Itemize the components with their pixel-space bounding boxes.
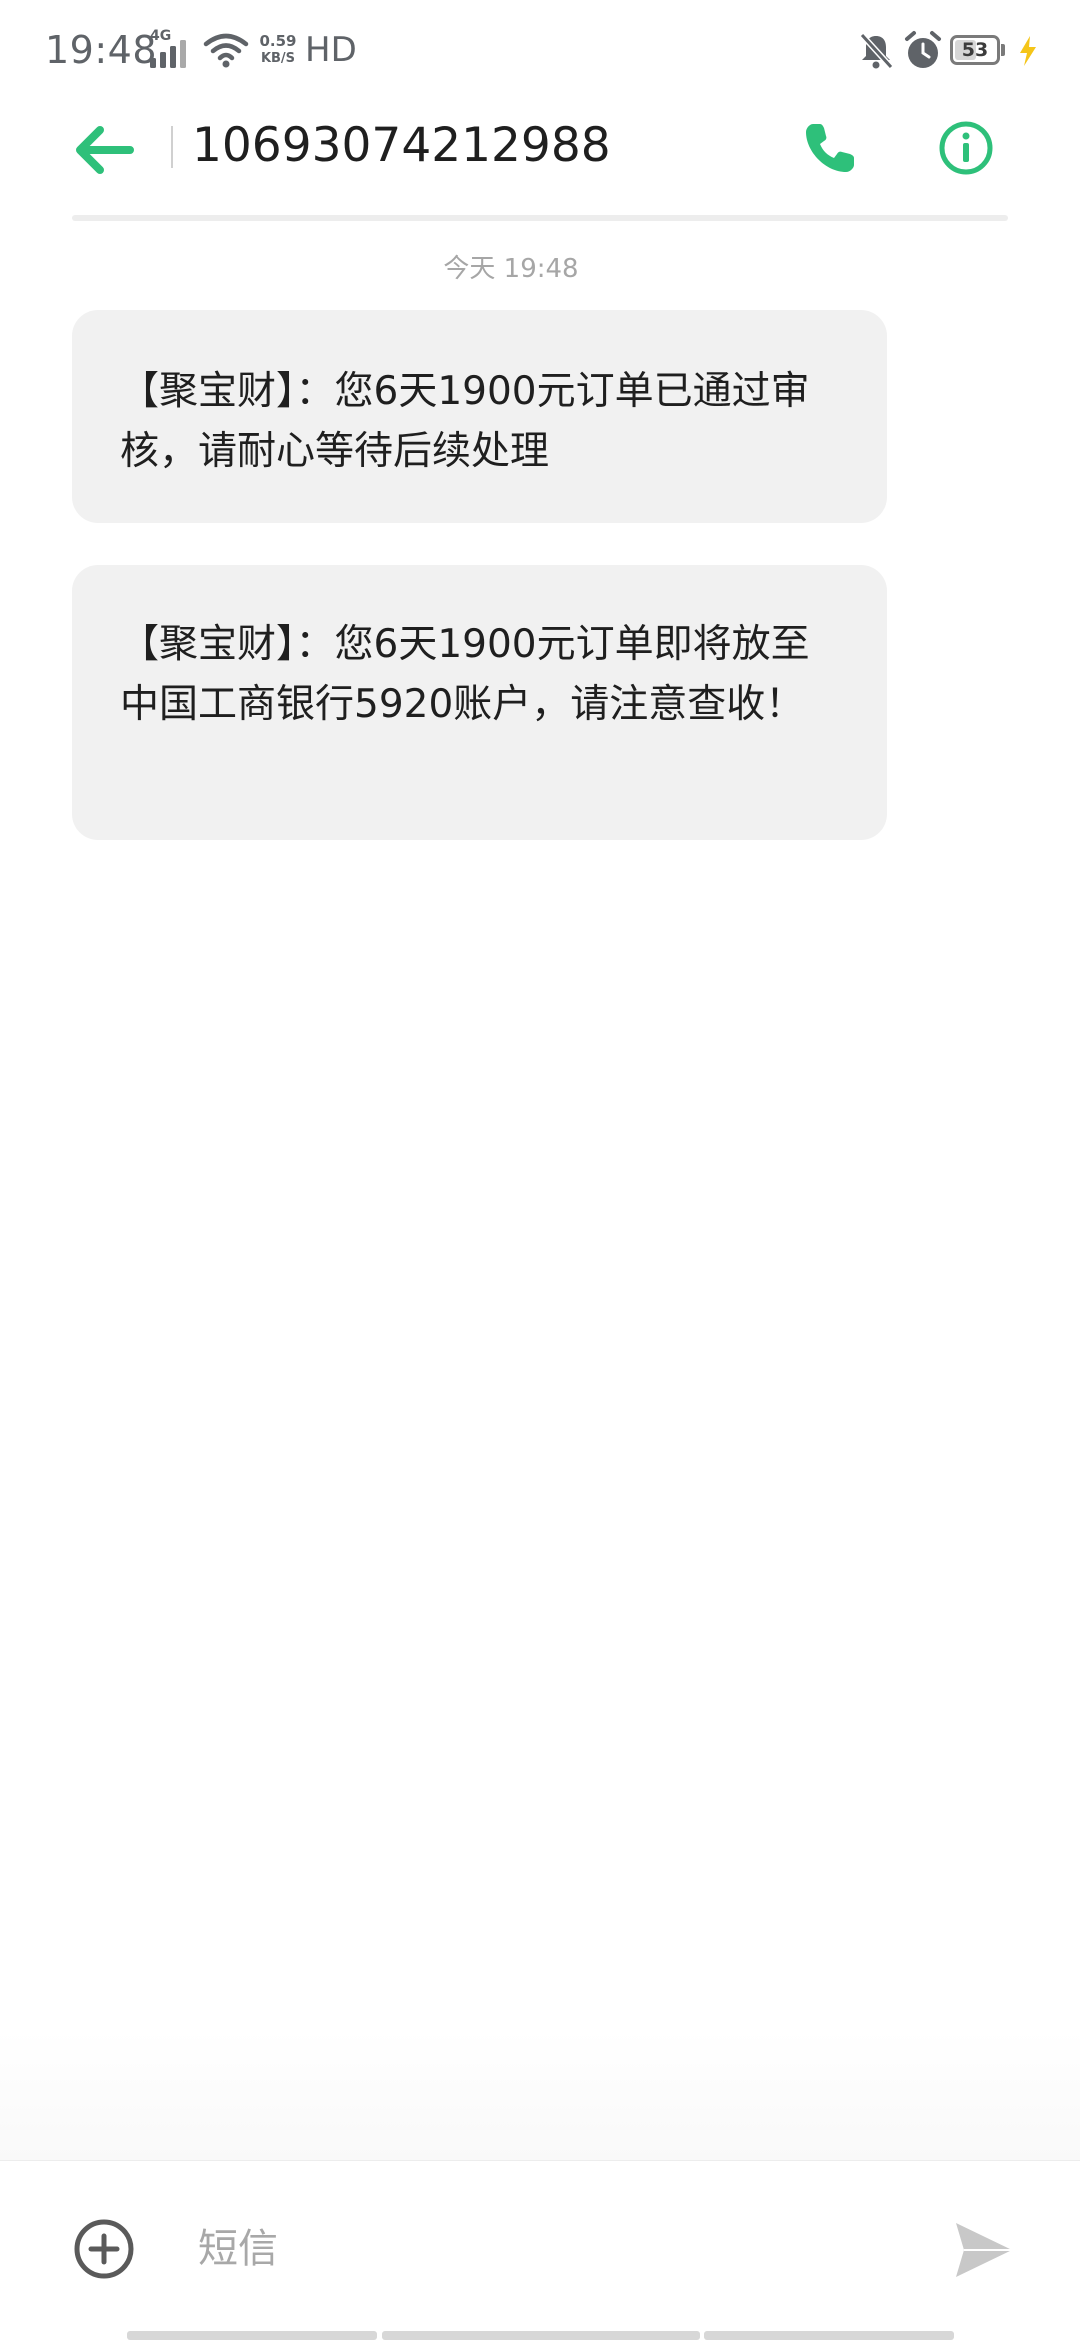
- nav-indicator: [127, 2331, 377, 2340]
- compose-bar: [0, 2160, 1080, 2340]
- add-icon[interactable]: [73, 2218, 135, 2280]
- header-divider: [171, 126, 173, 168]
- conversation-header: 10693074212988: [0, 100, 1080, 221]
- bottom-fade: [0, 2030, 1080, 2160]
- send-icon[interactable]: [952, 2219, 1016, 2281]
- sms-input[interactable]: [180, 2211, 936, 2287]
- status-bar: 19:48 4G 0.59 KB/S HD 53: [0, 0, 1080, 100]
- battery-level: 53: [961, 39, 989, 61]
- sms-conversation-screen: 19:48 4G 0.59 KB/S HD 53 10693074212988 …: [0, 0, 1080, 2340]
- info-icon[interactable]: [936, 118, 996, 178]
- header-underline: [72, 215, 1008, 221]
- message-bubble[interactable]: 【聚宝财】：您6天1900元订单已通过审核，请耐心等待后续处理: [72, 310, 887, 523]
- nav-indicator: [382, 2331, 700, 2340]
- contact-number: 10693074212988: [192, 118, 611, 173]
- message-timestamp: 今天 19:48: [443, 254, 579, 284]
- phone-icon[interactable]: [800, 118, 860, 178]
- message-text: 【聚宝财】：您6天1900元订单已通过审核，请耐心等待后续处理: [120, 369, 810, 474]
- back-arrow-icon[interactable]: [70, 122, 140, 178]
- network-speed-value: 0.59: [259, 32, 297, 50]
- mute-icon: [859, 32, 894, 70]
- network-speed-unit: KB/S: [260, 51, 296, 66]
- network-speed: 0.59 KB/S: [256, 32, 300, 68]
- wifi-icon: [203, 33, 249, 68]
- charging-icon: [1020, 36, 1036, 66]
- message-text: 【聚宝财】：您6天1900元订单即将放至中国工商银行5920账户，请注意查收！: [120, 622, 810, 727]
- alarm-icon: [905, 31, 941, 68]
- signal-icon: [150, 40, 186, 68]
- message-bubble[interactable]: 【聚宝财】：您6天1900元订单即将放至中国工商银行5920账户，请注意查收！: [72, 565, 887, 840]
- status-time: 19:48: [45, 28, 158, 72]
- hd-label: HD: [305, 30, 357, 70]
- battery-cap: [1001, 44, 1005, 56]
- nav-indicator: [704, 2331, 954, 2340]
- battery-icon: 53: [950, 35, 1000, 65]
